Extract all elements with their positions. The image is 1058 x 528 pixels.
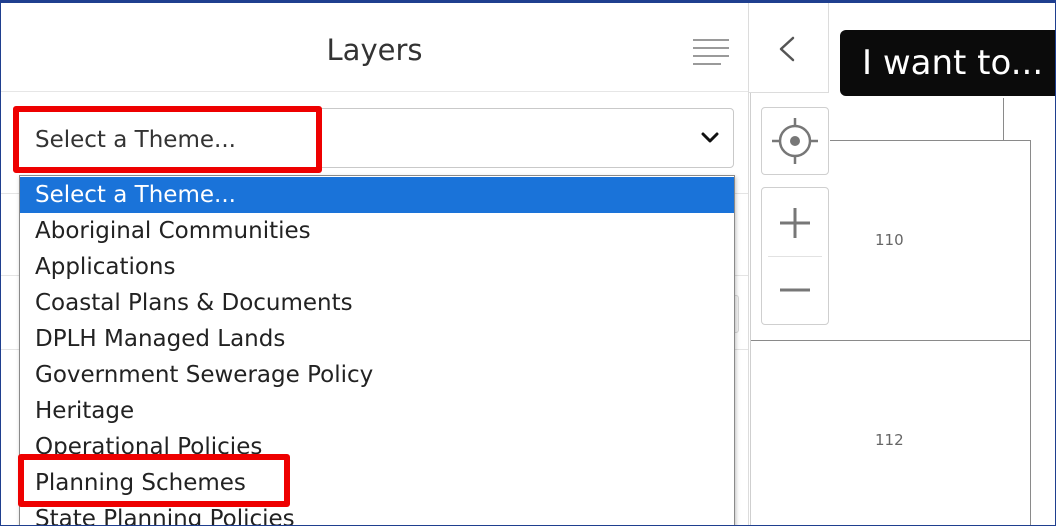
menu-icon[interactable]	[693, 39, 729, 67]
option-select-a-theme[interactable]: Select a Theme...	[20, 177, 734, 213]
chevron-left-icon	[779, 36, 795, 62]
option-coastal-plans-documents[interactable]: Coastal Plans & Documents	[20, 285, 734, 321]
zoom-controls	[761, 187, 829, 325]
app-frame: Layers Select a Theme... Select a Theme.…	[0, 0, 1056, 526]
parcel-boundary	[830, 140, 1030, 141]
plus-icon	[780, 208, 810, 238]
parcel-boundary	[1030, 140, 1031, 525]
zoom-out-button[interactable]	[762, 257, 828, 324]
layers-panel: Layers Select a Theme... Select a Theme.…	[1, 3, 749, 525]
locate-button[interactable]	[761, 107, 829, 175]
zoom-in-button[interactable]	[762, 188, 828, 256]
chevron-down-icon	[701, 132, 719, 143]
option-heritage[interactable]: Heritage	[20, 393, 734, 429]
minus-icon	[780, 288, 810, 292]
highlight-theme-select	[13, 106, 322, 173]
layers-panel-header: Layers	[1, 3, 748, 92]
parcel-label: 110	[875, 231, 904, 249]
parcel-label: 112	[875, 431, 904, 449]
parcel-boundary	[750, 340, 1031, 341]
locate-icon	[772, 118, 818, 164]
highlight-planning-schemes	[18, 454, 290, 507]
option-dplh-managed-lands[interactable]: DPLH Managed Lands	[20, 321, 734, 357]
option-applications[interactable]: Applications	[20, 249, 734, 285]
panel-edge	[750, 93, 751, 525]
option-government-sewerage-policy[interactable]: Government Sewerage Policy	[20, 357, 734, 393]
parcel-boundary	[1003, 98, 1004, 141]
i-want-to-button[interactable]: I want to...	[840, 30, 1055, 96]
panel-title: Layers	[326, 33, 423, 67]
collapse-panel-button[interactable]	[749, 3, 829, 93]
option-aboriginal-communities[interactable]: Aboriginal Communities	[20, 213, 734, 249]
